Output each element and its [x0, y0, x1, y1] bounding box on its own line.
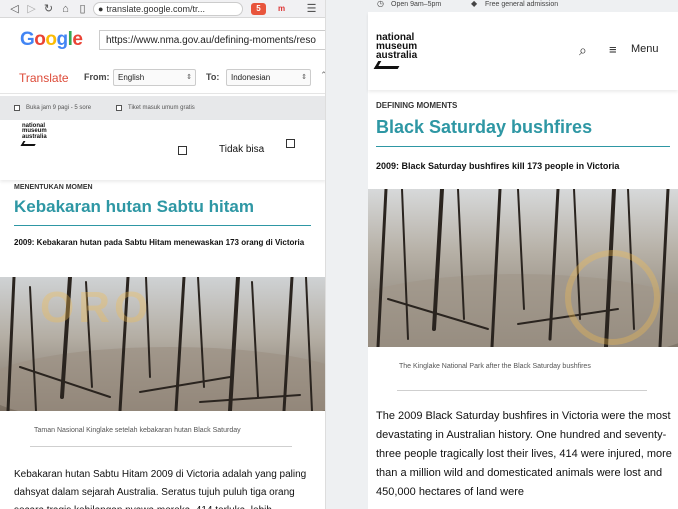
menu-button[interactable]: Tidak bisa [219, 144, 264, 155]
article-body: The 2009 Black Saturday bushfires in Vic… [376, 410, 672, 498]
right-utility-bar: ◷ Open 9am–5pm ◆ Free general admission [368, 0, 678, 12]
page-title: Kebakaran hutan Sabtu hitam [14, 197, 254, 216]
section-kicker: MENENTUKAN MOMEN [14, 184, 93, 191]
select-arrows-icon: ⇕ [186, 74, 192, 81]
caption-divider [30, 446, 292, 447]
photo-caption: The Kinglake National Park after the Bla… [399, 363, 591, 370]
bookmark-icon[interactable]: ▯ [74, 0, 91, 18]
photo-caption: Taman Nasional Kinglake setelah kebakara… [34, 427, 241, 434]
reload-icon[interactable]: ↻ [40, 0, 57, 18]
from-label: From: [84, 72, 110, 82]
museum-logo[interactable]: national museum australia [20, 123, 47, 147]
address-bar[interactable]: ● translate.google.com/tr... [93, 1, 243, 16]
caption-divider [397, 390, 647, 391]
address-text: translate.google.com/tr... [106, 3, 205, 14]
m-extension-icon[interactable]: m [274, 3, 289, 15]
search-icon[interactable]: ⌕ [579, 42, 587, 59]
lock-icon: ● [98, 3, 104, 14]
museum-logo[interactable]: national museum australia [373, 33, 417, 69]
ticket-icon [116, 105, 122, 111]
admission-text: Tiket masuk umum gratis [128, 105, 195, 111]
translated-panel: ◁ ▷ ↻ ⌂ ▯ ● translate.google.com/tr... 5… [0, 0, 326, 509]
page-subtitle: 2009: Black Saturday bushfires kill 173 … [376, 161, 620, 171]
watermark: ORO [40, 283, 153, 332]
opening-hours: Open 9am–5pm [391, 1, 442, 8]
screenshot: ◁ ▷ ↻ ⌂ ▯ ● translate.google.com/tr... 5… [0, 0, 678, 509]
watermark-seal [565, 250, 660, 345]
target-language-value: Indonesian [231, 73, 271, 82]
home-icon[interactable]: ⌂ [57, 0, 74, 18]
ticket-icon: ◆ [471, 0, 478, 8]
clock-icon [14, 105, 20, 111]
page-title: Black Saturday bushfires [376, 117, 593, 137]
search-icon[interactable] [178, 146, 187, 155]
overflow-menu-icon[interactable]: ☰ [303, 0, 320, 18]
hamburger-icon[interactable]: ≡ [609, 42, 617, 57]
admission-text: Free general admission [485, 1, 559, 8]
section-kicker: DEFINING MOMENTS [376, 101, 458, 110]
to-label: To: [206, 72, 220, 82]
select-arrows-icon: ⇕ [301, 74, 307, 81]
site-header [0, 120, 325, 180]
title-divider [376, 146, 670, 147]
target-language-select[interactable]: Indonesian ⇕ [226, 69, 311, 86]
opening-hours: Buka jam 9 pagi - 5 sore [26, 105, 92, 111]
panel-gap [326, 0, 368, 509]
translate-label: Translate [19, 71, 69, 85]
shield-extension-icon[interactable]: 5 [251, 2, 266, 15]
menu-icon[interactable] [286, 139, 295, 148]
translate-url-input[interactable]: https://www.nma.gov.au/defining-moments/… [99, 30, 325, 50]
menu-button[interactable]: Menu [631, 43, 659, 55]
article-body: Kebakaran hutan Sabtu Hitam 2009 di Vict… [14, 469, 307, 509]
browser-toolbar: ◁ ▷ ↻ ⌂ ▯ ● translate.google.com/tr... 5… [0, 0, 325, 18]
forward-icon[interactable]: ▷ [23, 0, 40, 18]
back-icon[interactable]: ◁ [6, 0, 23, 18]
google-logo: Google [20, 29, 83, 50]
source-language-select[interactable]: English ⇕ [113, 69, 196, 86]
page-subtitle: 2009: Kebakaran hutan pada Sabtu Hitam m… [14, 238, 305, 247]
clock-icon: ◷ [377, 0, 384, 8]
title-divider [14, 225, 311, 226]
source-language-value: English [118, 73, 145, 82]
